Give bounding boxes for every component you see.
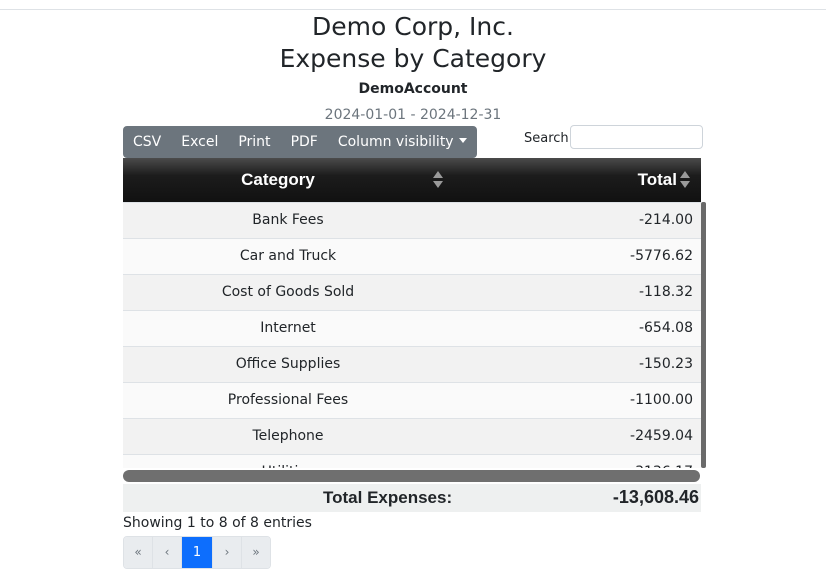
search-input[interactable]	[570, 125, 703, 149]
previous-page-button[interactable]: ‹	[153, 537, 182, 568]
table-row: Utilities -3136.17	[123, 454, 701, 468]
top-divider	[0, 9, 826, 10]
total-cell: -214.00	[638, 212, 693, 228]
category-cell: Telephone	[252, 428, 324, 444]
total-cell: -654.08	[638, 320, 693, 336]
report-title: Expense by Category	[279, 44, 547, 73]
table-footer: Total Expenses: -13,608.46	[123, 484, 701, 512]
page-1-button[interactable]: 1	[182, 537, 213, 568]
category-cell: Car and Truck	[239, 248, 337, 264]
total-cell: -150.23	[638, 356, 693, 372]
export-toolbar: CSV Excel Print PDF Column visibility	[123, 126, 477, 158]
table-row: Car and Truck -5776.62	[123, 238, 701, 274]
pdf-button[interactable]: PDF	[281, 126, 328, 158]
column-header-total[interactable]: Total	[638, 158, 677, 202]
csv-button[interactable]: CSV	[123, 126, 171, 158]
total-cell: -118.32	[638, 284, 693, 300]
table-row: Bank Fees -214.00	[123, 202, 701, 238]
last-page-button[interactable]: »	[242, 537, 270, 568]
table-info: Showing 1 to 8 of 8 entries	[123, 515, 312, 531]
total-cell: -1100.00	[630, 392, 693, 408]
category-cell: Professional Fees	[227, 392, 349, 408]
category-cell: Bank Fees	[252, 212, 324, 228]
company-name: Demo Corp, Inc.	[312, 12, 514, 41]
sort-icon[interactable]	[680, 171, 690, 189]
table-row: Cost of Goods Sold -118.32	[123, 274, 701, 310]
horizontal-scrollbar[interactable]	[123, 470, 700, 482]
print-button[interactable]: Print	[228, 126, 280, 158]
table-row: Telephone -2459.04	[123, 418, 701, 454]
table-row: Internet -654.08	[123, 310, 701, 346]
vertical-scrollbar[interactable]	[701, 202, 706, 468]
first-page-button[interactable]: «	[124, 537, 153, 568]
category-cell: Office Supplies	[235, 356, 341, 372]
total-expenses-label: Total Expenses:	[323, 488, 453, 507]
sort-icon[interactable]	[433, 171, 443, 189]
total-cell: -3136.17	[630, 455, 693, 468]
total-cell: -5776.62	[630, 248, 693, 264]
column-visibility-label: Column visibility	[337, 134, 454, 150]
caret-down-icon	[458, 138, 467, 143]
next-page-button[interactable]: ›	[213, 537, 242, 568]
column-header-category[interactable]: Category	[123, 158, 433, 202]
account-name: DemoAccount	[358, 81, 468, 97]
column-visibility-button[interactable]: Column visibility	[328, 126, 477, 158]
date-range: 2024-01-01 - 2024-12-31	[324, 107, 502, 123]
total-expenses-value: -13,608.46	[612, 487, 699, 507]
total-cell: -2459.04	[630, 428, 693, 444]
category-cell: Utilities	[123, 455, 453, 468]
category-cell: Cost of Goods Sold	[221, 284, 355, 300]
excel-button[interactable]: Excel	[171, 126, 228, 158]
pagination: « ‹ 1 › »	[123, 536, 271, 569]
search-label: Search:	[524, 131, 574, 146]
table-row: Office Supplies -150.23	[123, 346, 701, 382]
table-header: Category Total	[123, 158, 701, 202]
table-row: Professional Fees -1100.00	[123, 382, 701, 418]
table-body: Bank Fees -214.00 Car and Truck -5776.62 C…	[123, 202, 701, 468]
category-cell: Internet	[260, 320, 316, 336]
